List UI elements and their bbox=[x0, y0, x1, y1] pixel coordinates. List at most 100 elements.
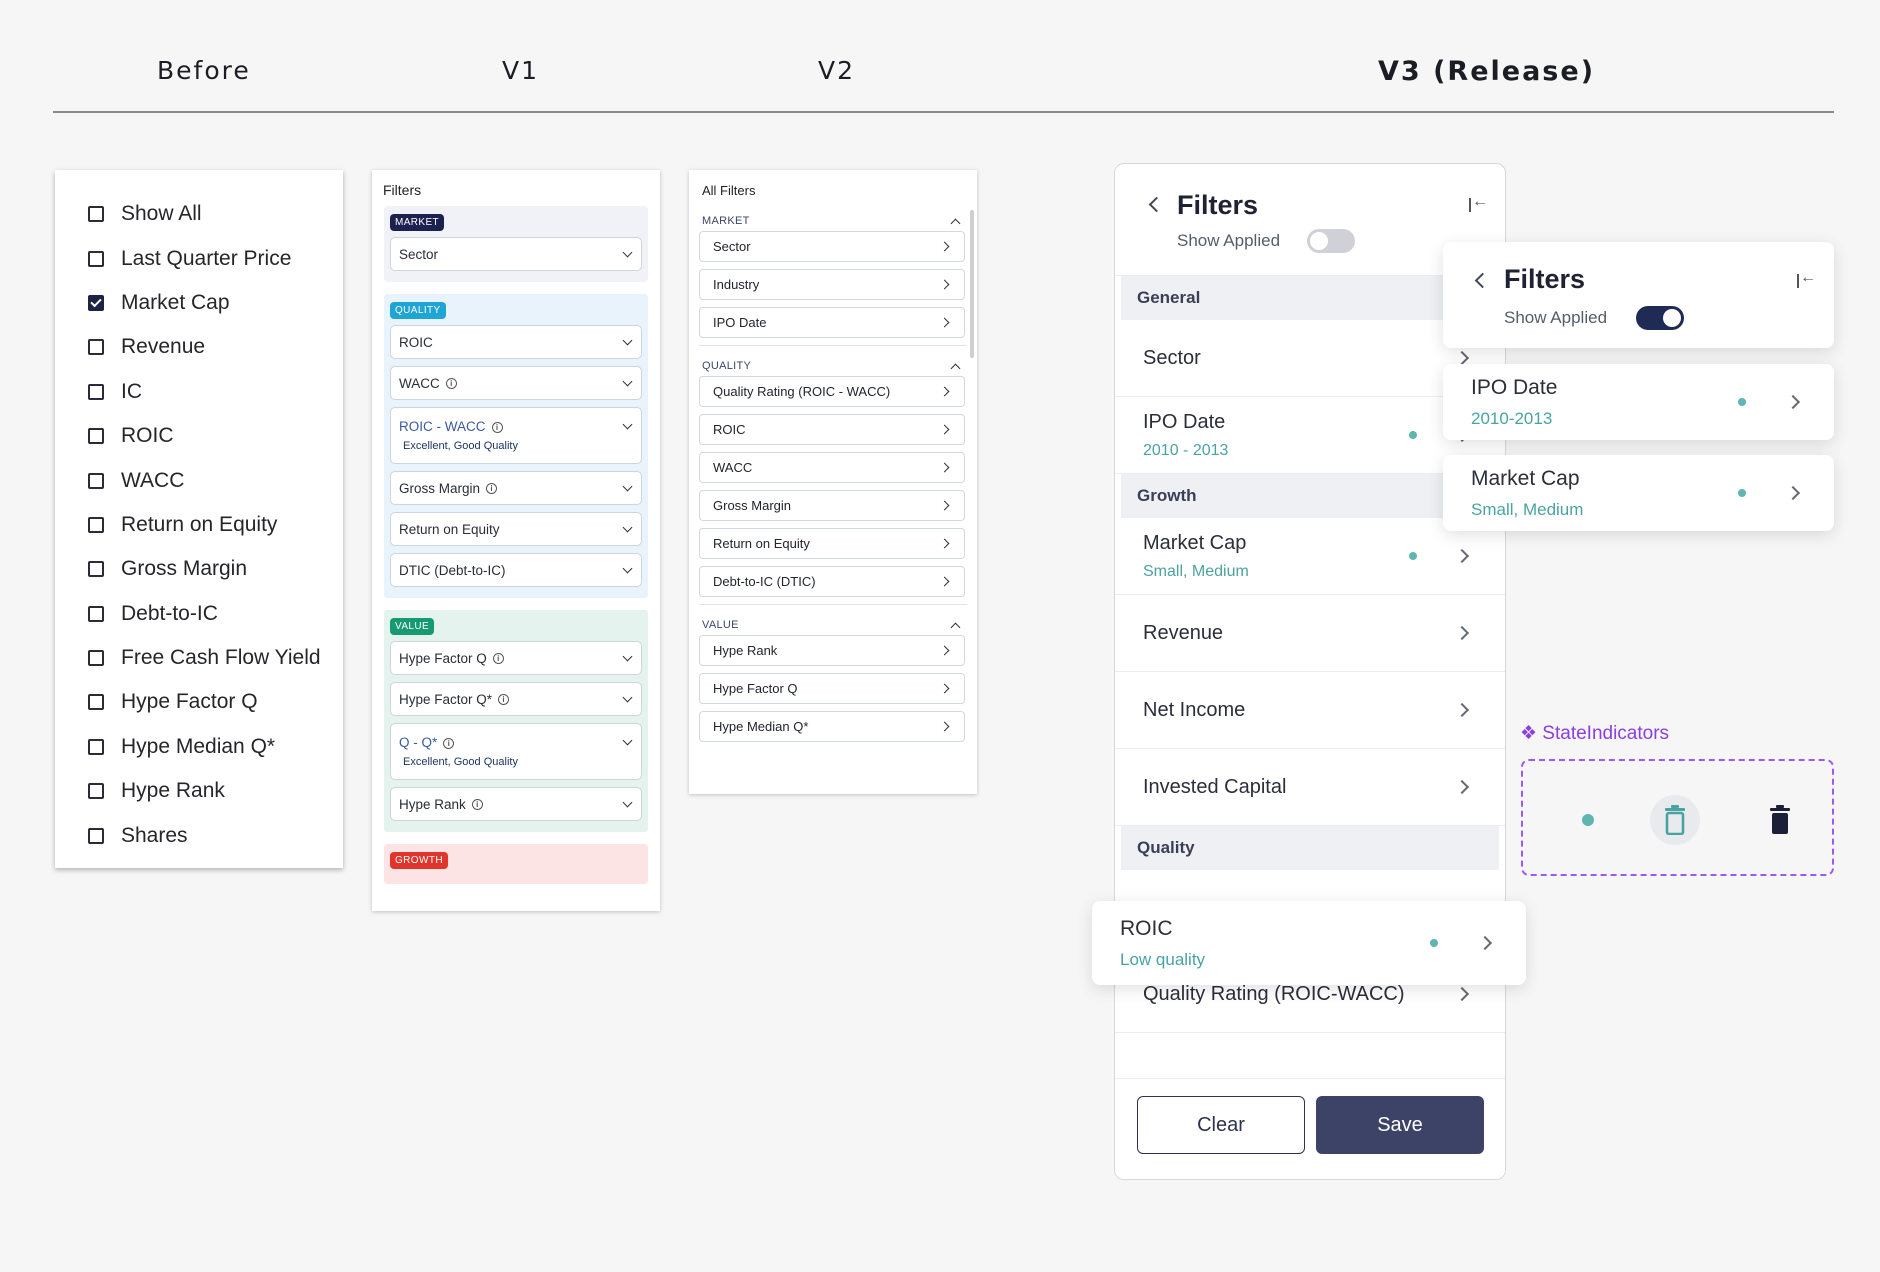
before-checkbox-item[interactable]: Hype Median Q* bbox=[55, 725, 343, 769]
checkbox[interactable] bbox=[88, 738, 104, 755]
trash-filled-icon[interactable] bbox=[1755, 795, 1805, 845]
v2-filter-item[interactable]: IPO Date bbox=[699, 307, 965, 338]
checkbox[interactable] bbox=[88, 206, 104, 223]
v1-dropdown-roic-wacc[interactable]: ROIC - WACC i Excellent, Good Quality bbox=[390, 407, 642, 464]
before-checkbox-item[interactable]: Show All bbox=[55, 192, 343, 236]
v2-filter-item[interactable]: Gross Margin bbox=[699, 490, 965, 521]
checkbox[interactable] bbox=[88, 472, 104, 489]
v2-section-value[interactable]: VALUE bbox=[689, 615, 977, 635]
checkbox[interactable] bbox=[88, 383, 104, 400]
v1-dropdown-hype-factor-q[interactable]: Hype Factor Qi bbox=[390, 641, 642, 675]
v1-dropdown-gross-margin[interactable]: Gross Margin i bbox=[390, 471, 642, 505]
checkbox-label: ROIC bbox=[121, 424, 174, 448]
before-checkbox-item[interactable]: Debt-to-IC bbox=[55, 592, 343, 636]
v2-filter-item[interactable]: Hype Factor Q bbox=[699, 673, 965, 704]
back-chevron-icon[interactable] bbox=[1148, 196, 1165, 213]
chevron-up-icon bbox=[950, 363, 961, 373]
checkbox[interactable] bbox=[88, 294, 104, 311]
applied-row-ipo-date[interactable]: IPO Date 2010-2013 bbox=[1443, 364, 1834, 440]
chevron-up-icon bbox=[950, 622, 961, 632]
v1-dropdown-hype-factor-q-star[interactable]: Hype Factor Q* i bbox=[390, 682, 642, 716]
chevron-right-icon bbox=[1454, 548, 1470, 564]
chevron-up-icon bbox=[950, 218, 961, 228]
filter-row-invested-capital[interactable]: Invested Capital bbox=[1115, 749, 1505, 826]
v1-dropdown-return-on-equity[interactable]: Return on Equity bbox=[390, 512, 642, 546]
checkbox[interactable] bbox=[88, 250, 104, 267]
v2-section-quality[interactable]: QUALITY bbox=[689, 356, 977, 376]
clear-button[interactable]: Clear bbox=[1137, 1096, 1305, 1154]
info-icon[interactable]: i bbox=[491, 421, 503, 433]
checkbox[interactable] bbox=[88, 339, 104, 356]
v2-filter-item[interactable]: Industry bbox=[699, 269, 965, 300]
checkbox[interactable] bbox=[88, 694, 104, 711]
show-applied-toggle[interactable] bbox=[1307, 229, 1355, 253]
v2-filter-item[interactable]: Hype Rank bbox=[699, 635, 965, 666]
before-checkbox-item[interactable]: Shares bbox=[55, 813, 343, 857]
applied-dot-indicator bbox=[1409, 431, 1417, 439]
checkbox[interactable] bbox=[88, 605, 104, 622]
info-icon[interactable]: i bbox=[443, 737, 455, 749]
checkbox[interactable] bbox=[88, 516, 104, 533]
before-checkbox-item[interactable]: Hype Factor Q bbox=[55, 680, 343, 724]
chevron-down-icon bbox=[622, 522, 633, 532]
before-checkbox-item[interactable]: Free Cash Flow Yield bbox=[55, 636, 343, 680]
chevron-right-icon bbox=[939, 424, 950, 435]
show-applied-label: Show Applied bbox=[1504, 308, 1608, 327]
before-checkbox-item[interactable]: Hype Rank bbox=[55, 769, 343, 813]
v2-filter-item[interactable]: WACC bbox=[699, 452, 965, 483]
applied-dot-indicator bbox=[1582, 814, 1594, 826]
v1-dropdown-roic[interactable]: ROIC bbox=[390, 325, 642, 359]
v1-dropdown-q-minus-q-star[interactable]: Q - Q* i Excellent, Good Quality bbox=[390, 723, 642, 780]
before-checkbox-item[interactable]: Gross Margin bbox=[55, 547, 343, 591]
v2-filter-item[interactable]: Quality Rating (ROIC - WACC) bbox=[699, 376, 965, 407]
filter-row-roic-highlighted[interactable]: ROIC Low quality bbox=[1092, 901, 1526, 985]
checkbox-label: Hype Rank bbox=[121, 779, 225, 803]
header-v2: V2 bbox=[818, 56, 856, 85]
show-applied-toggle-on[interactable] bbox=[1636, 306, 1684, 330]
v2-filter-item[interactable]: Hype Median Q* bbox=[699, 711, 965, 742]
before-checkbox-item[interactable]: ROIC bbox=[55, 414, 343, 458]
collapse-panel-icon[interactable] bbox=[1469, 193, 1488, 213]
checkbox[interactable] bbox=[88, 650, 104, 667]
filter-row-revenue[interactable]: Revenue bbox=[1115, 595, 1505, 672]
save-button[interactable]: Save bbox=[1316, 1096, 1484, 1154]
info-icon[interactable]: i bbox=[492, 653, 504, 665]
chevron-right-icon bbox=[939, 683, 950, 694]
back-chevron-icon[interactable] bbox=[1474, 272, 1491, 289]
checkbox[interactable] bbox=[88, 827, 104, 844]
before-checkbox-item[interactable]: Market Cap bbox=[55, 281, 343, 325]
v2-scrollbar[interactable] bbox=[970, 210, 974, 358]
checkbox[interactable] bbox=[88, 428, 104, 445]
v1-dropdown-dtic[interactable]: DTIC (Debt-to-IC) bbox=[390, 553, 642, 587]
v2-filter-item[interactable]: Sector bbox=[699, 231, 965, 262]
checkbox[interactable] bbox=[88, 783, 104, 800]
applied-row-market-cap[interactable]: Market Cap Small, Medium bbox=[1443, 455, 1834, 531]
chevron-down-icon bbox=[622, 376, 633, 386]
before-checkbox-item[interactable]: IC bbox=[55, 370, 343, 414]
chevron-right-icon bbox=[1454, 625, 1470, 641]
v1-dropdown-sector[interactable]: Sector bbox=[390, 237, 642, 271]
v1-dropdown-wacc[interactable]: WACC i bbox=[390, 366, 642, 400]
info-icon[interactable]: i bbox=[471, 799, 483, 811]
filter-row-net-income[interactable]: Net Income bbox=[1115, 672, 1505, 749]
before-checkbox-item[interactable]: WACC bbox=[55, 458, 343, 502]
collapse-panel-icon[interactable] bbox=[1797, 269, 1816, 289]
info-icon[interactable]: i bbox=[445, 378, 457, 390]
v2-filter-panel: All Filters MARKET Sector Industry IPO Dat… bbox=[689, 170, 977, 794]
applied-dot-indicator bbox=[1738, 489, 1746, 497]
v2-filter-item[interactable]: Return on Equity bbox=[699, 528, 965, 559]
v1-dropdown-hype-rank[interactable]: Hype Rank i bbox=[390, 787, 642, 821]
v2-section-market[interactable]: MARKET bbox=[689, 211, 977, 231]
checkbox[interactable] bbox=[88, 561, 104, 578]
info-icon[interactable]: i bbox=[498, 694, 510, 706]
v2-filter-item[interactable]: Debt-to-IC (DTIC) bbox=[699, 566, 965, 597]
before-checkbox-item[interactable]: Return on Equity bbox=[55, 503, 343, 547]
trash-outline-icon[interactable] bbox=[1650, 795, 1700, 845]
before-checkbox-item[interactable]: Revenue bbox=[55, 325, 343, 369]
info-icon[interactable]: i bbox=[486, 483, 498, 495]
divider bbox=[699, 345, 967, 346]
before-checkbox-item[interactable]: Last Quarter Price bbox=[55, 236, 343, 280]
checkbox-label: Gross Margin bbox=[121, 557, 248, 581]
v2-filter-item[interactable]: ROIC bbox=[699, 414, 965, 445]
chevron-down-icon bbox=[622, 651, 633, 661]
